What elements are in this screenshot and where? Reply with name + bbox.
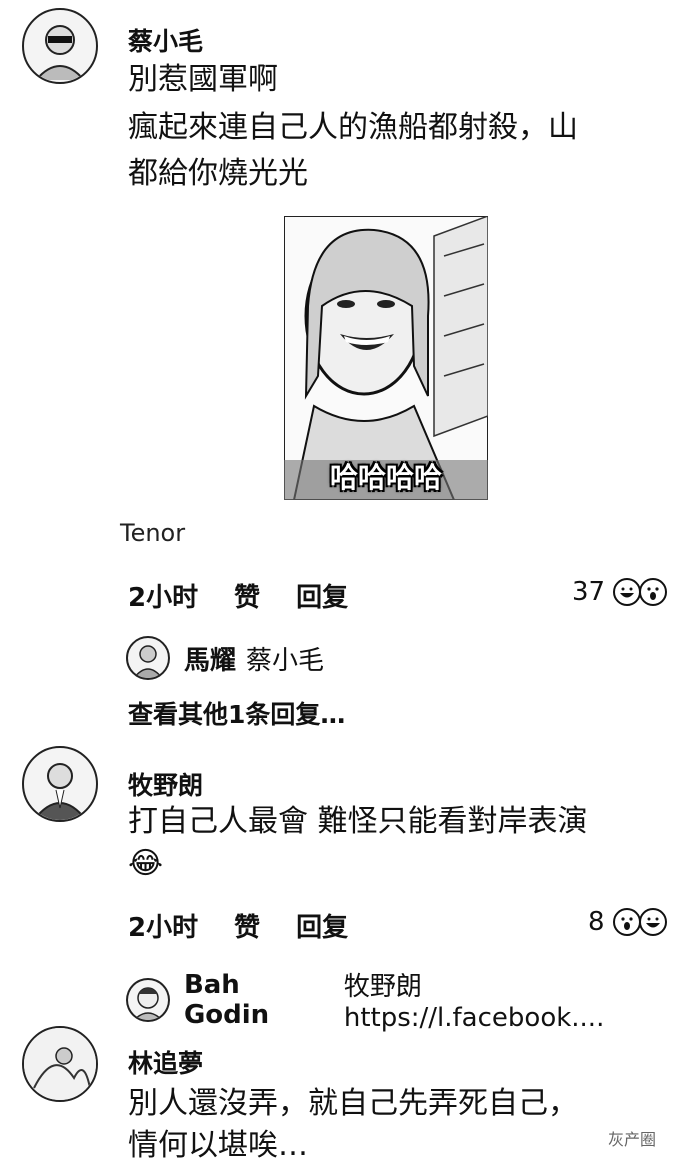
- reaction-summary[interactable]: 8: [588, 907, 667, 937]
- comment-time: 2小时: [128, 583, 199, 613]
- reply-author[interactable]: 馬耀: [184, 640, 236, 677]
- like-button[interactable]: 赞: [234, 577, 260, 614]
- laugh-icon: [613, 578, 642, 606]
- comment-text-line: 都給你燒光光: [128, 156, 308, 191]
- commenter-avatar[interactable]: [22, 1026, 98, 1102]
- comment-text-line: 別惹國軍啊: [128, 62, 278, 97]
- reply-button[interactable]: 回复: [296, 907, 348, 944]
- comment-text-line: 瘋起來連自己人的漁船都射殺，山: [128, 110, 578, 145]
- reply-avatar: [126, 977, 170, 1022]
- comment-text-line: 別人還沒弄，就自己先弄死自己，: [128, 1086, 578, 1121]
- comment-author[interactable]: 牧野朗: [128, 766, 203, 802]
- reply-text: 蔡小毛: [246, 645, 325, 676]
- reply-button[interactable]: 回复: [296, 577, 348, 614]
- reply-text: 牧野朗 https://l.facebook....: [343, 972, 605, 1033]
- view-more-replies-link[interactable]: 查看其他1条回复…: [128, 695, 345, 731]
- reply-author[interactable]: Bah Godin: [184, 970, 334, 1030]
- comment-time: 2小时: [128, 913, 199, 943]
- wow-icon: [612, 908, 641, 936]
- reaction-count: 8: [588, 907, 605, 937]
- laugh-icon: [638, 908, 667, 936]
- comment-author[interactable]: 林追夢: [128, 1044, 203, 1080]
- watermark: 灰产圈: [608, 1130, 657, 1149]
- comment-actions: 2小时 赞 回复: [128, 907, 348, 944]
- like-button[interactable]: 赞: [234, 907, 260, 944]
- reaction-count: 37: [572, 577, 606, 607]
- reply-preview[interactable]: 馬耀 蔡小毛: [126, 636, 324, 680]
- commenter-avatar[interactable]: [22, 8, 98, 84]
- commenter-avatar[interactable]: [22, 746, 98, 822]
- comment-text-line: 情何以堪唉…: [128, 1128, 308, 1163]
- reply-preview[interactable]: Bah Godin 牧野朗 https://l.facebook....: [126, 966, 690, 1033]
- gif-caption: 哈哈哈哈: [329, 461, 442, 494]
- wow-icon: [639, 578, 668, 606]
- comment-actions: 2小时 赞 回复: [128, 577, 348, 614]
- comment-author[interactable]: 蔡小毛: [128, 22, 203, 58]
- reaction-summary[interactable]: 37: [572, 577, 668, 607]
- gif-attachment[interactable]: 哈哈哈哈: [284, 216, 488, 500]
- gif-source-label: Tenor: [120, 519, 186, 547]
- reply-avatar: [126, 636, 170, 680]
- laughing-emoji: 😂: [128, 846, 164, 881]
- comment-text-line: 打自己人最會 難怪只能看對岸表演: [128, 804, 588, 839]
